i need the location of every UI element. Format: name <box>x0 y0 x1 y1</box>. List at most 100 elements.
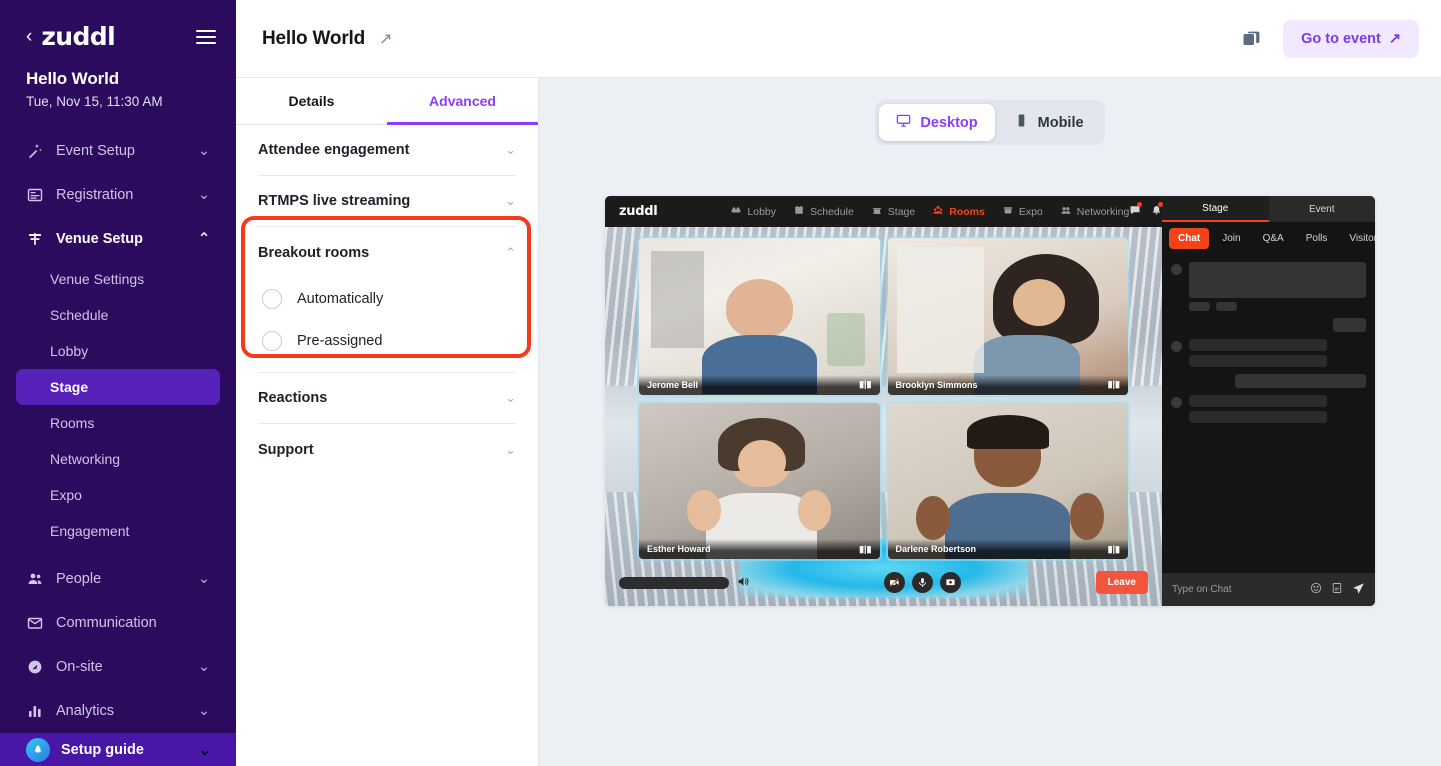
radio-button[interactable] <box>262 331 282 351</box>
camera-off-icon[interactable] <box>884 572 905 593</box>
reaction-chip[interactable] <box>1189 302 1210 311</box>
video-feed <box>888 403 1129 560</box>
participant-name: Darlene Robertson <box>896 544 977 554</box>
sidebar-item-people[interactable]: People ⌄ <box>16 557 220 601</box>
sofa-icon <box>731 205 741 218</box>
device-toggle: Desktop Mobile <box>875 100 1104 145</box>
device-toggle-desktop[interactable]: Desktop <box>879 104 994 141</box>
chip-visitors[interactable]: Visitors <box>1340 228 1375 249</box>
event-nav-rooms[interactable]: Rooms <box>933 205 985 218</box>
sidebar-item-label: Communication <box>56 615 186 631</box>
duplicate-icon[interactable] <box>1241 28 1263 50</box>
chevron-down-icon[interactable]: ⌄ <box>198 571 210 587</box>
sidebar-logo[interactable]: zuddl <box>41 22 115 51</box>
media-controls <box>884 572 961 593</box>
event-nav-expo[interactable]: Expo <box>1003 205 1043 218</box>
chevron-down-icon[interactable]: ⌄ <box>198 740 210 760</box>
chip-qa[interactable]: Q&A <box>1254 228 1293 249</box>
tab-advanced[interactable]: Advanced <box>387 78 538 124</box>
speaker-icon[interactable] <box>737 575 750 591</box>
bell-icon[interactable] <box>1151 203 1162 221</box>
stage-icon <box>872 205 882 218</box>
venue-icon <box>26 230 44 248</box>
side-tab-event[interactable]: Event <box>1269 196 1376 222</box>
sidebar-item-venue-setup[interactable]: Venue Setup ⌃ <box>16 217 220 261</box>
accordion-support[interactable]: Support ⌄ <box>258 424 516 475</box>
chat-message <box>1171 339 1366 367</box>
device-toggle-mobile[interactable]: Mobile <box>997 104 1101 141</box>
hamburger-icon[interactable] <box>196 30 216 44</box>
radio-button[interactable] <box>262 289 282 309</box>
send-icon[interactable] <box>1352 582 1365 598</box>
sidebar-item-event-setup[interactable]: Event Setup ⌄ <box>16 129 220 173</box>
sidebar-event-date: Tue, Nov 15, 11:30 AM <box>26 94 210 109</box>
side-panel-tabs: Stage Event <box>1162 196 1375 222</box>
external-link-icon[interactable]: ↗ <box>379 29 392 49</box>
radio-option-automatically[interactable]: Automatically <box>258 278 516 320</box>
sidebar-item-rooms[interactable]: Rooms <box>16 405 220 441</box>
sidebar: ‹ zuddl Hello World Tue, Nov 15, 11:30 A… <box>0 0 236 766</box>
microphone-icon[interactable] <box>912 572 933 593</box>
accordion-breakout-rooms[interactable]: Breakout rooms ⌃ <box>258 227 516 278</box>
video-tile[interactable]: Jerome Bell ▮|▮ <box>639 238 880 395</box>
chip-polls[interactable]: Polls <box>1297 228 1337 249</box>
sidebar-item-lobby[interactable]: Lobby <box>16 333 220 369</box>
chat-message-own <box>1171 374 1366 388</box>
sidebar-item-engagement[interactable]: Engagement <box>16 513 220 549</box>
brand[interactable]: ‹ zuddl <box>26 22 115 51</box>
venue-subnav: Venue Settings Schedule Lobby Stage Room… <box>16 261 220 549</box>
accordion-attendee-engagement[interactable]: Attendee engagement ⌄ <box>258 125 516 176</box>
chip-chat[interactable]: Chat <box>1169 228 1209 249</box>
chevron-left-icon[interactable]: ‹ <box>26 27 32 46</box>
monitor-icon <box>896 113 911 132</box>
leave-button[interactable]: Leave <box>1096 571 1148 594</box>
go-to-event-button[interactable]: Go to event ↗ <box>1283 20 1419 58</box>
accordion-rtmps-live-streaming[interactable]: RTMPS live streaming ⌄ <box>258 176 516 227</box>
sidebar-event-info: Hello World Tue, Nov 15, 11:30 AM <box>0 51 236 113</box>
video-tile[interactable]: Esther Howard ▮|▮ <box>639 403 880 560</box>
video-feed <box>639 238 880 395</box>
sidebar-item-venue-settings[interactable]: Venue Settings <box>16 261 220 297</box>
chat-input-placeholder[interactable]: Type on Chat <box>1172 584 1301 595</box>
avatar <box>1171 341 1182 352</box>
sidebar-item-analytics[interactable]: Analytics ⌄ <box>16 689 220 733</box>
setup-guide-bar[interactable]: Setup guide ⌄ <box>0 733 236 766</box>
page-title: Hello World <box>262 28 365 50</box>
sidebar-item-on-site[interactable]: On-site ⌄ <box>16 645 220 689</box>
chevron-down-icon[interactable]: ⌄ <box>198 143 210 159</box>
progress-bar[interactable] <box>619 577 729 589</box>
event-nav-networking[interactable]: Networking <box>1061 205 1130 218</box>
chevron-up-icon[interactable]: ⌃ <box>198 231 210 247</box>
chevron-down-icon[interactable]: ⌄ <box>198 187 210 203</box>
event-nav-schedule[interactable]: Schedule <box>794 205 854 218</box>
radio-option-pre-assigned[interactable]: Pre-assigned <box>258 320 516 362</box>
sidebar-item-communication[interactable]: Communication <box>16 601 220 645</box>
emoji-icon[interactable] <box>1310 582 1322 597</box>
chevron-down-icon[interactable]: ⌄ <box>198 703 210 719</box>
chip-join[interactable]: Join <box>1213 228 1249 249</box>
reaction-chip[interactable] <box>1216 302 1237 311</box>
chevron-down-icon[interactable]: ⌄ <box>198 659 210 675</box>
accordion-label: RTMPS live streaming <box>258 193 410 209</box>
sidebar-item-networking[interactable]: Networking <box>16 441 220 477</box>
event-nav-stage[interactable]: Stage <box>872 205 915 218</box>
screen-share-icon[interactable] <box>940 572 961 593</box>
tab-details[interactable]: Details <box>236 78 387 124</box>
side-tab-stage[interactable]: Stage <box>1162 196 1269 222</box>
sidebar-item-expo[interactable]: Expo <box>16 477 220 513</box>
video-tile[interactable]: Darlene Robertson ▮|▮ <box>888 403 1129 560</box>
chat-input-bar[interactable]: Type on Chat <box>1162 573 1375 606</box>
accordion-reactions[interactable]: Reactions ⌄ <box>258 373 516 424</box>
chevron-down-icon: ⌄ <box>505 390 516 406</box>
avatar <box>1171 397 1182 408</box>
sidebar-item-registration[interactable]: Registration ⌄ <box>16 173 220 217</box>
attachment-icon[interactable] <box>1331 582 1343 597</box>
video-tile[interactable]: Brooklyn Simmons ▮|▮ <box>888 238 1129 395</box>
phone-icon <box>1014 113 1029 132</box>
sidebar-item-schedule[interactable]: Schedule <box>16 297 220 333</box>
chat-bubble-icon[interactable] <box>1129 203 1141 221</box>
event-nav-lobby[interactable]: Lobby <box>731 205 776 218</box>
sidebar-item-stage[interactable]: Stage <box>16 369 220 405</box>
sub-item-label: Stage <box>50 379 88 395</box>
message-reactions <box>1189 302 1366 311</box>
